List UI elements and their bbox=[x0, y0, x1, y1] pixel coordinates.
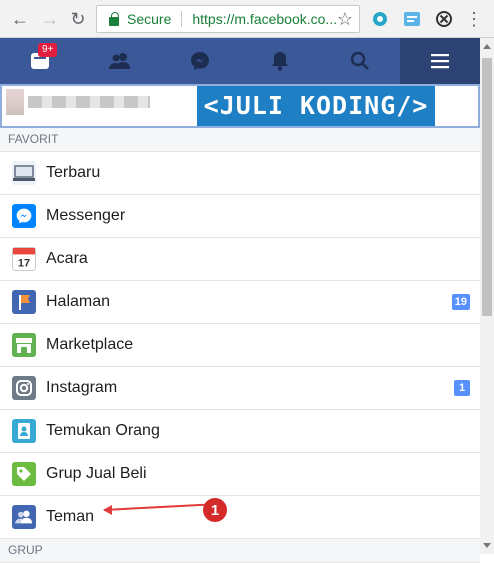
scroll-up-icon[interactable] bbox=[483, 44, 491, 49]
menu-item-label: Marketplace bbox=[46, 336, 134, 353]
search-icon bbox=[350, 51, 369, 70]
menu-item-label: Instagram bbox=[46, 379, 118, 396]
tab-notifications[interactable] bbox=[240, 38, 320, 84]
menu-item-acara[interactable]: 17 Acara bbox=[0, 238, 480, 281]
tab-messenger[interactable] bbox=[160, 38, 240, 84]
bell-icon bbox=[272, 52, 288, 71]
tab-news-feed[interactable]: 9+ bbox=[0, 38, 80, 84]
news-feed-icon bbox=[12, 161, 36, 185]
tab-friend-requests[interactable] bbox=[80, 38, 160, 84]
menu-item-terbaru[interactable]: Terbaru bbox=[0, 152, 480, 195]
messenger-icon bbox=[191, 52, 209, 70]
find-people-icon bbox=[12, 419, 36, 443]
extension-block-icon[interactable] bbox=[434, 9, 454, 29]
menu-item-halaman[interactable]: Halaman 19 bbox=[0, 281, 480, 324]
calendar-icon: 17 bbox=[12, 247, 36, 271]
menu-item-label: Terbaru bbox=[46, 164, 101, 181]
extension-gear-icon[interactable] bbox=[370, 9, 390, 29]
favorites-list: Terbaru Messenger 17 Acara Halaman 19 Ma… bbox=[0, 152, 480, 539]
browser-menu-icon[interactable]: ⋮ bbox=[464, 9, 484, 29]
scroll-down-icon[interactable] bbox=[483, 543, 491, 548]
section-header-favorit: FAVORIT bbox=[0, 128, 480, 152]
scrollbar[interactable] bbox=[480, 38, 494, 554]
menu-item-grup-jual-beli[interactable]: Grup Jual Beli bbox=[0, 453, 480, 496]
annotation-step-number: 1 bbox=[203, 498, 227, 522]
menu-item-label: Acara bbox=[46, 250, 88, 267]
scrollbar-thumb[interactable] bbox=[482, 58, 492, 316]
menu-item-label: Halaman bbox=[46, 293, 111, 310]
svg-text:17: 17 bbox=[18, 257, 30, 269]
menu-item-label: Temukan Orang bbox=[46, 422, 160, 439]
menu-item-label: Teman bbox=[46, 508, 95, 525]
url-text[interactable]: https://m.facebook.co... bbox=[192, 11, 337, 27]
flag-icon bbox=[12, 290, 36, 314]
section-header-grup: GRUP bbox=[0, 539, 480, 563]
count-badge: 1 bbox=[454, 380, 470, 396]
address-bar[interactable]: Secure https://m.facebook.co... ☆ bbox=[96, 5, 360, 33]
shop-icon bbox=[12, 333, 36, 357]
messenger-icon bbox=[12, 204, 36, 228]
lock-icon bbox=[109, 11, 119, 26]
forward-icon[interactable]: → bbox=[38, 7, 62, 31]
reload-icon[interactable]: ↻ bbox=[66, 7, 90, 31]
notification-badge: 9+ bbox=[38, 43, 58, 57]
tab-search[interactable] bbox=[320, 38, 400, 84]
menu-item-messenger[interactable]: Messenger bbox=[0, 195, 480, 238]
count-badge: 19 bbox=[451, 294, 470, 310]
instagram-icon bbox=[12, 376, 36, 400]
price-tag-icon bbox=[12, 462, 36, 486]
menu-item-label: Grup Jual Beli bbox=[46, 465, 147, 482]
extension-fst-icon[interactable] bbox=[402, 9, 422, 29]
friends-icon bbox=[12, 505, 36, 529]
menu-item-instagram[interactable]: Instagram 1 bbox=[0, 367, 480, 410]
menu-item-label: Messenger bbox=[46, 207, 126, 224]
omnibox-divider bbox=[181, 11, 183, 27]
menu-item-teman[interactable]: Teman bbox=[0, 496, 480, 539]
profile-row-highlight bbox=[0, 84, 480, 128]
tab-menu[interactable] bbox=[400, 38, 480, 84]
browser-toolbar: ← → ↻ Secure https://m.facebook.co... ☆ … bbox=[0, 0, 494, 38]
hamburger-icon bbox=[431, 54, 449, 69]
annotation-arrow-head bbox=[103, 505, 112, 515]
facebook-nav-bar: 9+ bbox=[0, 38, 480, 84]
menu-item-temukan-orang[interactable]: Temukan Orang bbox=[0, 410, 480, 453]
friends-icon bbox=[109, 53, 130, 69]
secure-label: Secure bbox=[127, 11, 172, 27]
menu-item-marketplace[interactable]: Marketplace bbox=[0, 324, 480, 367]
back-icon[interactable]: ← bbox=[8, 7, 32, 31]
bookmark-star-icon[interactable]: ☆ bbox=[337, 9, 353, 30]
